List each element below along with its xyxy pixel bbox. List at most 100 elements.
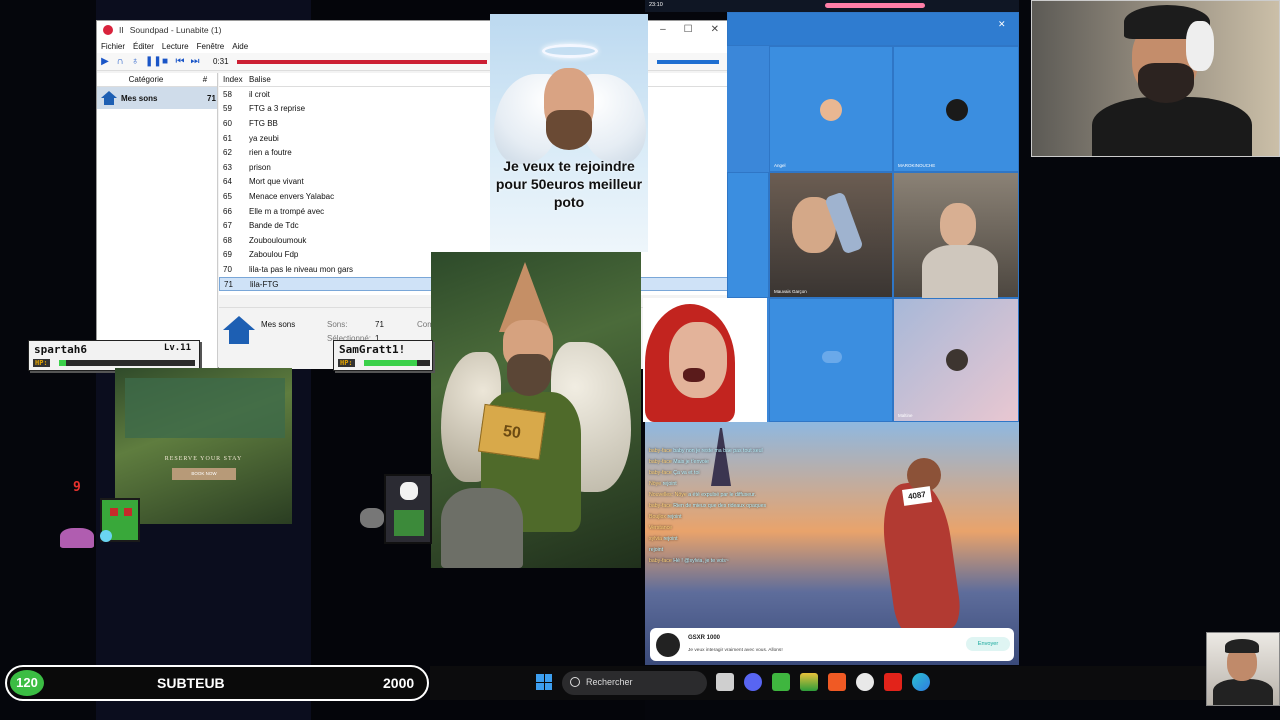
score-value: 2000 (383, 675, 415, 691)
sound-row[interactable]: 58 il croit (219, 87, 731, 102)
chat-message: sylvia rejoint (649, 534, 819, 545)
sound-row[interactable]: 62 rien a foutre (219, 145, 731, 160)
headphones-icon[interactable]: ∩ (115, 56, 125, 67)
soundpad-title-prefix: II (119, 25, 124, 35)
chat-user: Verstance (649, 525, 673, 531)
discord-tile-angel[interactable]: Angel (769, 46, 893, 172)
discord-tile-marokinouche[interactable]: MAROKINOUCHE (893, 46, 1019, 172)
pause-icon[interactable]: ❚❚ (145, 56, 162, 67)
book-now-button[interactable]: BOOK NOW (172, 468, 236, 480)
maltine-avatar (946, 349, 968, 371)
woman-face (669, 322, 727, 398)
send-button[interactable]: Envoyer (966, 637, 1010, 651)
playback-time: 0:31 (213, 57, 229, 66)
sound-tag: lila-ta pas le niveau mon gars (249, 264, 354, 274)
tag-column-header[interactable]: Balise (249, 75, 271, 84)
taskbar-search[interactable]: Rechercher (562, 671, 707, 695)
chat-text: rejoint (649, 547, 664, 553)
angel-meme-caption: Je veux te rejoindre pour 50euros meille… (495, 158, 643, 210)
minimize-icon[interactable]: – (660, 24, 666, 35)
next-icon[interactable]: ⏭ (190, 56, 200, 67)
damage-number: 9 (73, 480, 81, 495)
sound-list-header: Index Balise (219, 73, 731, 87)
obs-icon[interactable] (856, 673, 874, 691)
chat-text: Hé ! @sylvia, je te vois~ (673, 558, 729, 564)
notification-subtitle: Je veux interagir vraiment avec vous. Al… (688, 648, 783, 653)
discord-icon[interactable] (744, 673, 762, 691)
previous-icon[interactable]: ⏮ (175, 56, 185, 67)
footer-sons-value: 71 (375, 320, 384, 329)
count-column-header[interactable]: # (195, 75, 215, 84)
menu-fenetre[interactable]: Fenêtre (197, 42, 225, 51)
category-panel: Catégorie # Mes sons 71 (97, 73, 218, 369)
sound-row[interactable]: 63 prison (219, 160, 731, 175)
player-card-samgratt: SamGratt1! HP: (333, 340, 433, 371)
edge-browser-icon[interactable] (912, 673, 930, 691)
chat-user: baby-face (649, 558, 672, 564)
brave-browser-icon[interactable] (828, 673, 846, 691)
guest-webcam (1206, 632, 1280, 706)
chat-message: baby-face baby non je reste ma bae pas t… (649, 446, 819, 457)
spreadsheet-icon[interactable] (772, 673, 790, 691)
tile-name: Mauvais Garçon (774, 289, 807, 294)
discord-tile-camera[interactable] (893, 172, 1019, 299)
menu-lecture[interactable]: Lecture (162, 42, 189, 51)
sound-row[interactable]: 68 Zoubouloumouk (219, 233, 731, 248)
sound-row[interactable]: 67 Bande de Tdc (219, 218, 731, 233)
chat-user: sylvia (649, 536, 662, 542)
sound-row[interactable]: 59 FTG a 3 reprise (219, 102, 731, 117)
close-icon[interactable]: ✕ (711, 24, 719, 35)
category-name: Mes sons (121, 93, 158, 103)
sound-row[interactable]: 60 FTG BB (219, 116, 731, 131)
reaper-sprite (384, 474, 432, 544)
volume-slider[interactable] (657, 60, 719, 64)
game-launcher-icon[interactable] (800, 673, 818, 691)
discord-tile-mauvais-garcon[interactable]: Mauvais Garçon (769, 172, 893, 298)
sound-index: 60 (223, 118, 232, 128)
menu-editer[interactable]: Éditer (133, 42, 154, 51)
search-placeholder: Rechercher (586, 677, 633, 687)
discord-tile-side[interactable] (727, 172, 769, 298)
category-item-mes-sons[interactable]: Mes sons 71 (97, 87, 217, 109)
tile-name: MAROKINOUCHE (898, 163, 936, 168)
sound-row[interactable]: 64 Mort que vivant (219, 175, 731, 190)
sound-index: 71 (224, 279, 233, 289)
menu-aide[interactable]: Aide (232, 42, 248, 51)
sound-row[interactable]: 66 Elle m a trompé avec (219, 204, 731, 219)
sound-row[interactable]: 61 ya zeubi (219, 131, 731, 146)
sound-row[interactable]: 65 Menace envers Yalabac (219, 189, 731, 204)
chat-message: Nouvelles: Nöye a été expulsé par le dif… (649, 490, 819, 501)
sound-index: 67 (223, 221, 232, 231)
soundpad-title: Soundpad - Lunabite (1) (129, 25, 222, 35)
phone-clock: 23:10 (649, 2, 663, 8)
category-column-header[interactable]: Catégorie (97, 75, 195, 84)
phone-notch-bar (825, 3, 925, 8)
file-explorer-icon[interactable] (716, 673, 734, 691)
maximize-icon[interactable]: ☐ (684, 24, 693, 35)
sound-index: 58 (223, 89, 232, 99)
sound-index: 70 (223, 264, 232, 274)
chat-message: Boujlox rejoint (649, 512, 819, 523)
windows-start-icon[interactable] (536, 674, 552, 690)
play-icon[interactable]: ▶ (100, 56, 110, 67)
close-call-icon[interactable]: ✕ (998, 19, 1008, 29)
chat-message: baby-face Ça va et toi (649, 468, 819, 479)
participant-face-2 (940, 203, 976, 247)
microphone-icon[interactable]: ♁ (130, 56, 140, 67)
hp-bar (59, 360, 195, 366)
discord-tile-empty[interactable] (769, 298, 893, 422)
sound-tag: FTG BB (249, 118, 278, 128)
angel-avatar (820, 99, 842, 121)
hp-label: HP: (33, 359, 50, 367)
chat-user: baby-face (649, 503, 672, 509)
hp-label: HP: (338, 359, 355, 367)
menu-fichier[interactable]: Fichier (101, 42, 125, 51)
sound-index: 63 (223, 162, 232, 172)
youtube-icon[interactable] (884, 673, 902, 691)
chat-text: baby non je reste ma bae pas tout seul (673, 448, 763, 454)
stop-icon[interactable]: ■ (160, 56, 170, 67)
discord-tile-maltine[interactable]: Maltine (893, 298, 1019, 422)
playback-progress-bar[interactable] (237, 60, 487, 64)
elf-meme-image: 50 (431, 252, 641, 568)
index-column-header[interactable]: Index (219, 75, 249, 84)
